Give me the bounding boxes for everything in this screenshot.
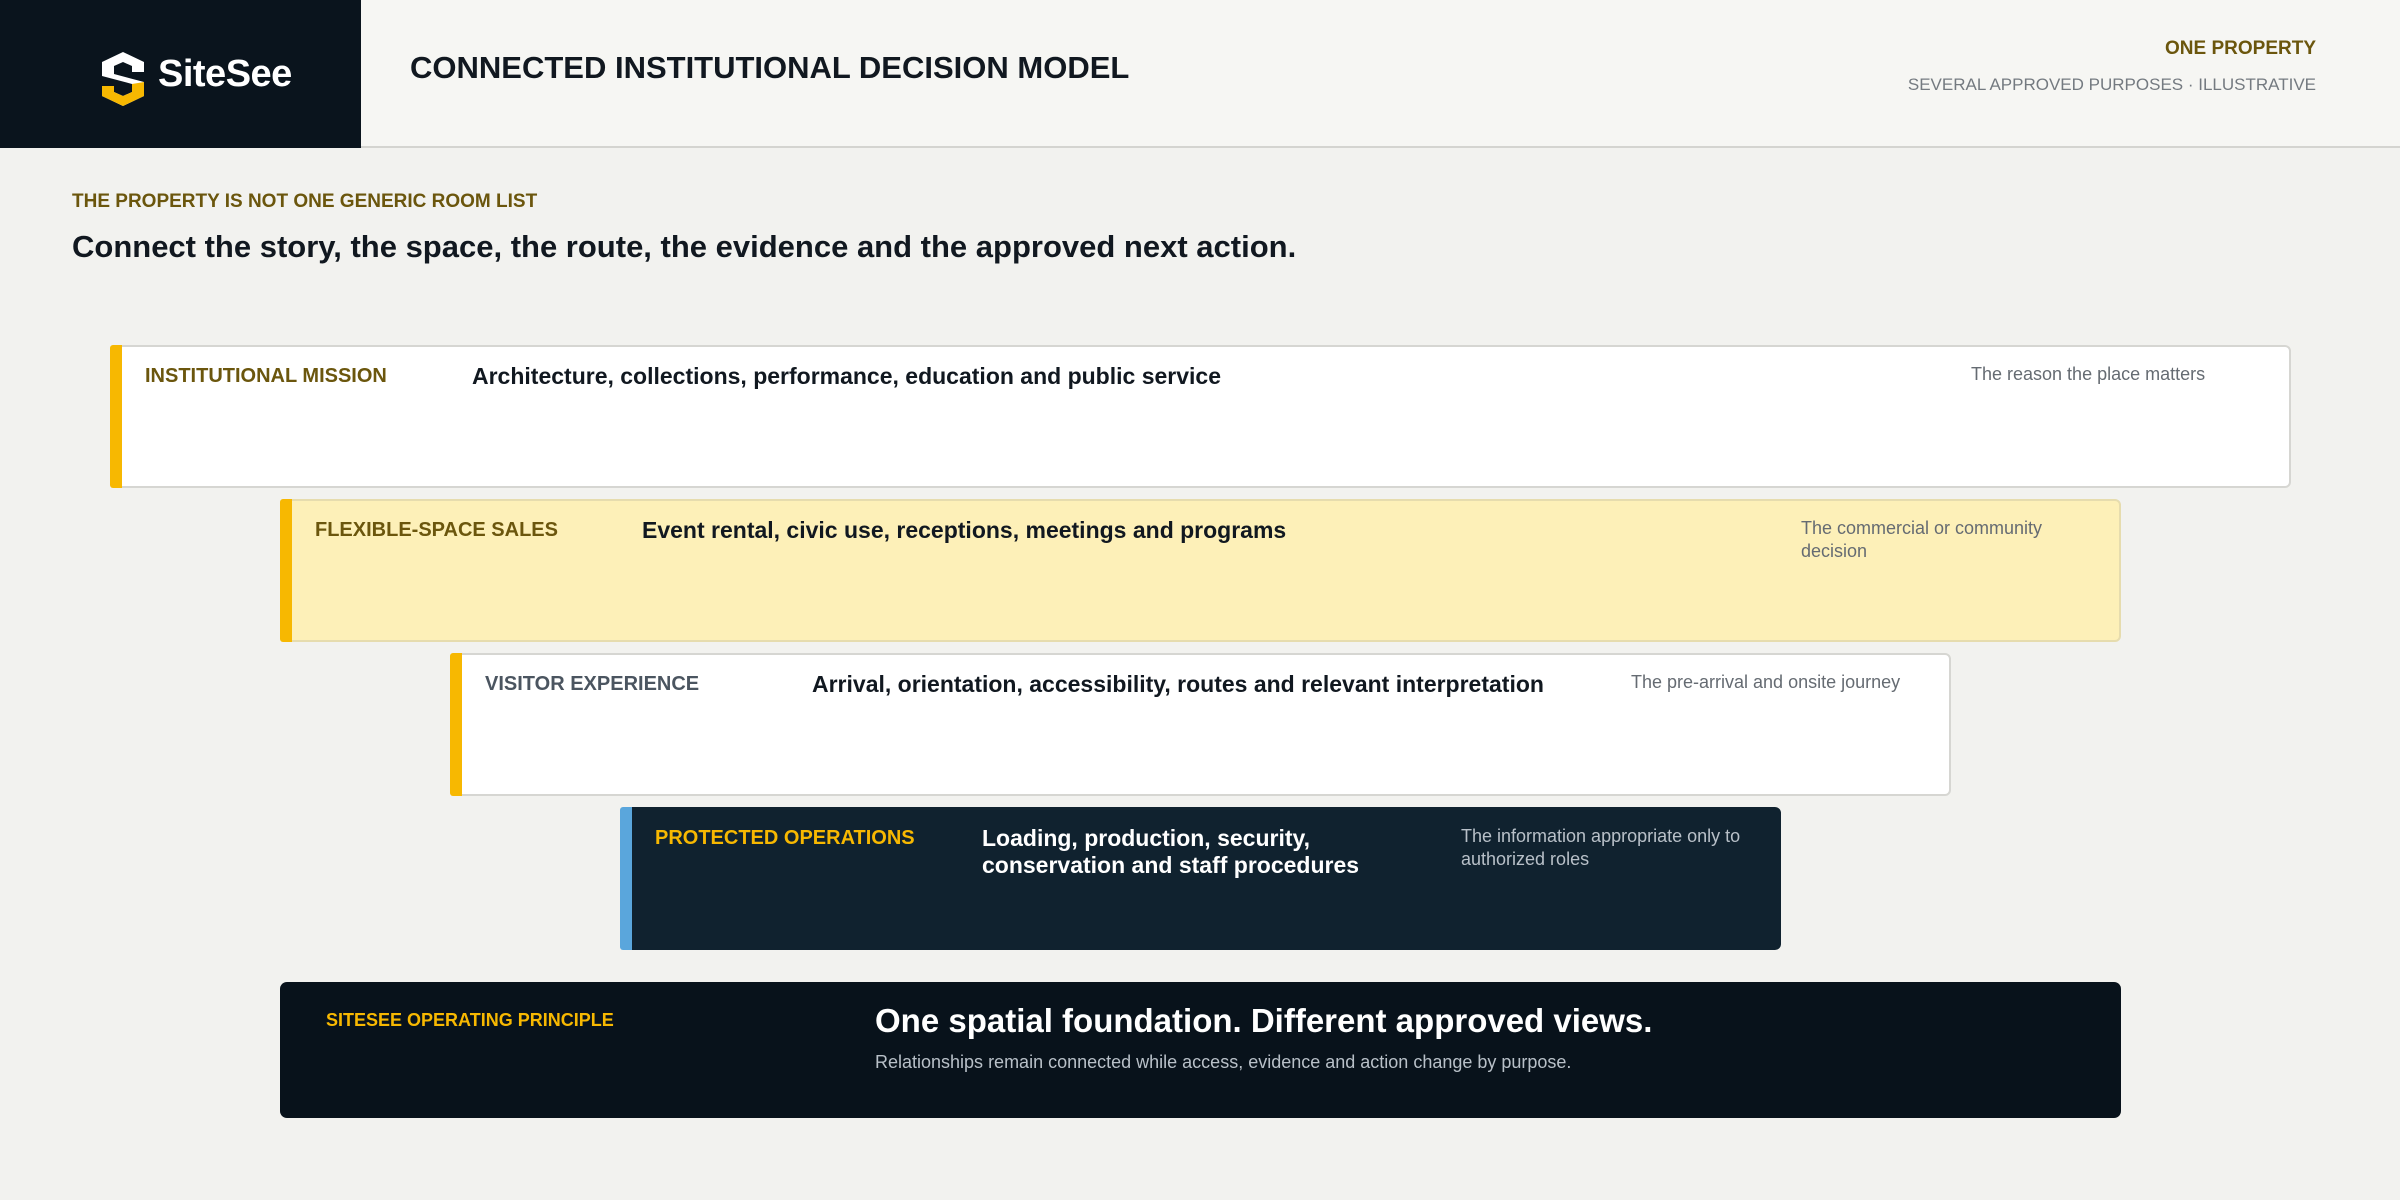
- layer-note: The pre-arrival and onsite journey: [1631, 672, 1901, 692]
- header: SiteSee CONNECTED INSTITUTIONAL DECISION…: [0, 0, 2400, 148]
- layer-visitor-experience: VISITOR EXPERIENCE Arrival, orientation,…: [450, 653, 1951, 796]
- layer-description: Event rental, civic use, receptions, mee…: [642, 517, 1287, 543]
- layer-note: The commercial or community decision: [1801, 518, 2043, 561]
- layer-accent-bar: [620, 807, 632, 950]
- layer-label: PROTECTED OPERATIONS: [655, 827, 915, 849]
- layer-accent-bar: [280, 499, 292, 642]
- layer-description: Architecture, collections, performance, …: [472, 363, 1221, 389]
- principle-label: SITESEE OPERATING PRINCIPLE: [326, 1010, 614, 1030]
- principle-title: One spatial foundation. Different approv…: [875, 1002, 1653, 1039]
- layer-label: INSTITUTIONAL MISSION: [145, 365, 387, 387]
- principle-subtitle: Relationships remain connected while acc…: [875, 1052, 1572, 1072]
- layer-label: FLEXIBLE-SPACE SALES: [315, 519, 558, 541]
- layer-institutional-mission: INSTITUTIONAL MISSION Architecture, coll…: [110, 345, 2291, 488]
- intro-headline: Connect the story, the space, the route,…: [72, 229, 1297, 264]
- page-title: CONNECTED INSTITUTIONAL DECISION MODEL: [410, 50, 1130, 85]
- layer-label: VISITOR EXPERIENCE: [485, 673, 700, 695]
- brand-name: SiteSee: [158, 53, 292, 95]
- operating-principle-panel: SITESEE OPERATING PRINCIPLE One spatial …: [280, 982, 2121, 1118]
- layer-description: Loading, production, security, conservat…: [982, 825, 1360, 878]
- sitesee-logo-icon: [102, 52, 144, 106]
- header-property-label: ONE PROPERTY: [2165, 38, 2316, 59]
- layer-description: Arrival, orientation, accessibility, rou…: [812, 671, 1544, 697]
- layer-accent-bar: [450, 653, 462, 796]
- brand-logo[interactable]: SiteSee: [0, 0, 361, 148]
- layer-flexible-space-sales: FLEXIBLE-SPACE SALES Event rental, civic…: [280, 499, 2121, 642]
- header-purposes-label: SEVERAL APPROVED PURPOSES · ILLUSTRATIVE: [1907, 75, 2316, 94]
- layer-protected-operations: PROTECTED OPERATIONS Loading, production…: [620, 807, 1781, 950]
- layer-note: The reason the place matters: [1971, 364, 2206, 384]
- layer-accent-bar: [110, 345, 122, 488]
- layer-note: The information appropriate only to auth…: [1461, 826, 1741, 869]
- intro-eyebrow: THE PROPERTY IS NOT ONE GENERIC ROOM LIS…: [72, 191, 538, 212]
